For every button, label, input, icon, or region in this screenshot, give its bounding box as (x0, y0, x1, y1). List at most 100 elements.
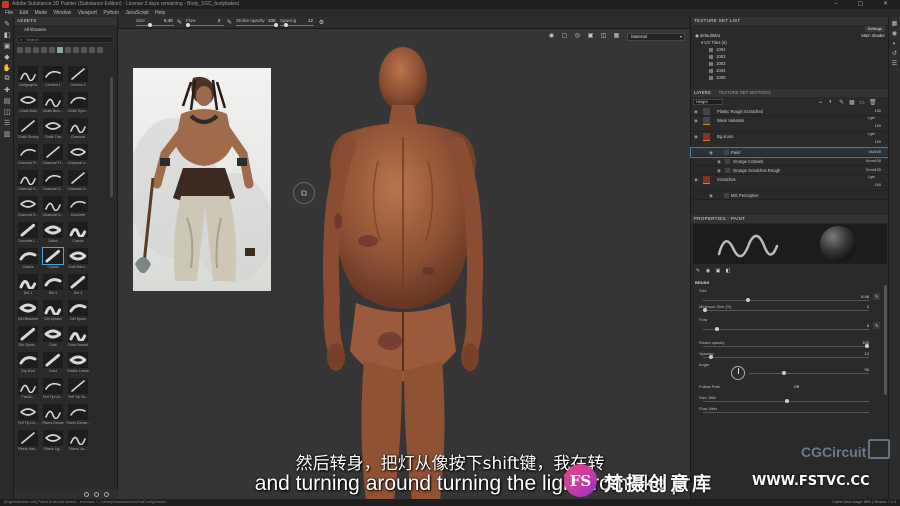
viewport-settings-icon[interactable]: ▦ (613, 32, 620, 39)
viewport-mode-dropdown[interactable]: Material ▾ (627, 33, 685, 41)
asset-brush-item[interactable]: Charcoal (66, 118, 90, 142)
history-icon[interactable]: ↺ (891, 50, 898, 57)
filter-tools-icon[interactable] (73, 46, 79, 53)
angle-dial[interactable] (731, 366, 745, 380)
menu-window[interactable]: Window (53, 9, 71, 17)
color-picker-icon[interactable]: ✚ (3, 86, 11, 94)
asset-brush-item[interactable]: Dirt Splash (41, 300, 65, 324)
menu-mode[interactable]: Mode (34, 9, 47, 17)
uv-tile-item[interactable]: 1005 (691, 74, 889, 81)
uv-tile-item[interactable]: 1003 (691, 60, 889, 67)
asset-brush-item[interactable]: Dots (41, 326, 65, 350)
spacing-knob[interactable] (709, 355, 713, 359)
asset-brush-item[interactable]: Fibers Dense... (66, 404, 90, 428)
eye-icon[interactable]: ◉ (717, 159, 721, 165)
brush-tab-icon[interactable]: ✎ (695, 268, 701, 274)
toolbar-size-slider[interactable] (136, 25, 174, 26)
asset-brush-item[interactable]: Felt Tip Lin... (16, 404, 40, 428)
eye-icon[interactable]: ◉ (709, 150, 713, 156)
asset-brush-item[interactable]: Elastic Linear (66, 352, 90, 376)
follow-path-value[interactable]: Off (794, 384, 799, 389)
filter-textures-icon[interactable] (41, 46, 47, 53)
flow-slider-knob[interactable] (715, 327, 719, 331)
filter-all-icon[interactable] (97, 46, 103, 53)
clone-icon[interactable]: ⧉ (3, 75, 11, 83)
toolbar-flow-knob[interactable] (186, 23, 190, 27)
layer-item[interactable]: ◉ Grunge Scratches Rough Norm 100 (691, 166, 889, 175)
flow-value[interactable]: 8 (867, 323, 869, 328)
render-icon[interactable]: ▣ (587, 32, 594, 39)
asset-brush-item[interactable]: Felt Tip Lin... (41, 378, 65, 402)
properties-scrollbar[interactable] (884, 285, 887, 395)
asset-brush-item[interactable]: Charcoal Fi... (41, 144, 65, 168)
asset-brush-item[interactable]: Dirt 2 (41, 274, 65, 298)
menu-file[interactable]: File (5, 9, 13, 17)
layer-item[interactable]: ◉ Bg scars Lgte 100 (691, 132, 889, 148)
symmetry-icon[interactable]: ⚙ (318, 19, 325, 26)
assets-scrollbar[interactable] (110, 77, 113, 197)
geometry-mask-icon[interactable]: ◫ (3, 108, 11, 116)
stroke-opacity-knob[interactable] (865, 344, 869, 348)
asset-brush-item[interactable]: Charcoal O... (41, 170, 65, 194)
menu-help[interactable]: Help (155, 9, 165, 17)
asset-brush-item[interactable]: Cracks (16, 248, 40, 272)
asset-brush-item[interactable]: Chalk Thin (41, 118, 65, 142)
asset-brush-item[interactable]: Cement 2 (66, 66, 90, 90)
pen-pressure-icon[interactable]: ✎ (873, 293, 880, 300)
asset-brush-item[interactable]: Charcoal S... (16, 196, 40, 220)
3d-viewport[interactable]: ◉ ▢ ◎ ▣ ◫ ▦ Material ▾ ⧉ (118, 29, 690, 499)
asset-brush-item[interactable]: Cement 1 (41, 66, 65, 90)
toolbar-flow-slider[interactable] (186, 25, 224, 26)
spacing-value[interactable]: 12 (865, 351, 869, 356)
asset-brush-item[interactable]: Cotton (41, 222, 65, 246)
filter-materials-icon[interactable] (17, 46, 23, 53)
add-folder-icon[interactable]: ▭ (859, 99, 865, 106)
asset-brush-item[interactable]: Dirt 1 (16, 274, 40, 298)
spacing-slider[interactable] (703, 357, 869, 358)
bake-icon[interactable]: ▤ (3, 97, 11, 105)
asset-brush-item[interactable]: Dust Hard... (66, 248, 90, 272)
layer-item[interactable]: ◉ Wear Variation Lgte 100 (691, 116, 889, 132)
angle-value[interactable]: 90 (865, 367, 869, 372)
toolbar-size-value[interactable]: 8.46 (164, 18, 173, 23)
paint-brush-icon[interactable]: ✎ (3, 20, 11, 28)
size-value[interactable]: 8.46 (861, 294, 869, 299)
asset-brush-item[interactable]: Dots Erased (66, 326, 90, 350)
uv-tile-item[interactable]: 1001 (691, 46, 889, 53)
asset-brush-item[interactable]: Dry Mud (16, 352, 40, 376)
layer-item[interactable]: ◉ MG Perceptive (691, 191, 889, 200)
size-slider[interactable] (703, 300, 869, 301)
eye-icon[interactable]: ◉ (694, 109, 698, 115)
angle-slider[interactable] (749, 373, 869, 374)
eye-icon[interactable]: ◉ (709, 193, 713, 199)
menu-javascript[interactable]: JavaScript (125, 9, 148, 17)
add-mask-icon[interactable]: ◐ (829, 99, 833, 105)
smudge-icon[interactable]: ✋ (3, 64, 12, 72)
menu-python[interactable]: Python (103, 9, 119, 17)
filter-particles-icon[interactable] (65, 46, 71, 53)
screenshot-icon[interactable]: ◎ (574, 32, 581, 39)
toolbar-spacing-value[interactable]: 12 (308, 18, 313, 23)
camera-icon[interactable]: ◉ (548, 32, 555, 39)
material-tab-icon[interactable]: ◉ (705, 268, 711, 274)
flow-pressure-icon[interactable]: ✎ (226, 19, 233, 26)
delete-layer-icon[interactable]: 🗑 (869, 99, 877, 106)
flow-jitter-slider[interactable] (703, 412, 869, 413)
asset-brush-item[interactable]: Calligraphic (16, 66, 40, 90)
add-paint-layer-icon[interactable]: ✎ (839, 99, 844, 106)
annotation-icon[interactable]: ☰ (3, 119, 11, 127)
filter-alphas-icon[interactable] (49, 46, 55, 53)
asset-brush-item[interactable]: Dirt 3 (66, 274, 90, 298)
asset-brush-item[interactable]: Crystal (41, 247, 65, 272)
asset-brush-item[interactable]: Dirt Spots (66, 300, 90, 324)
log-icon[interactable]: ☰ (891, 60, 898, 67)
asset-brush-item[interactable]: Charcoal U... (66, 144, 90, 168)
eye-icon[interactable]: ◉ (694, 134, 698, 140)
eraser-icon[interactable]: ◧ (3, 31, 11, 39)
iray-icon[interactable]: ◫ (600, 32, 607, 39)
toolbar-spacing-knob[interactable] (284, 23, 288, 27)
asset-brush-item[interactable]: Chalk Bum... (41, 92, 65, 116)
alpha-tab-icon[interactable]: ◧ (725, 268, 731, 274)
asset-brush-item[interactable]: Dirt Brushed (16, 300, 40, 324)
asset-brush-item[interactable]: Cracks (66, 222, 90, 246)
